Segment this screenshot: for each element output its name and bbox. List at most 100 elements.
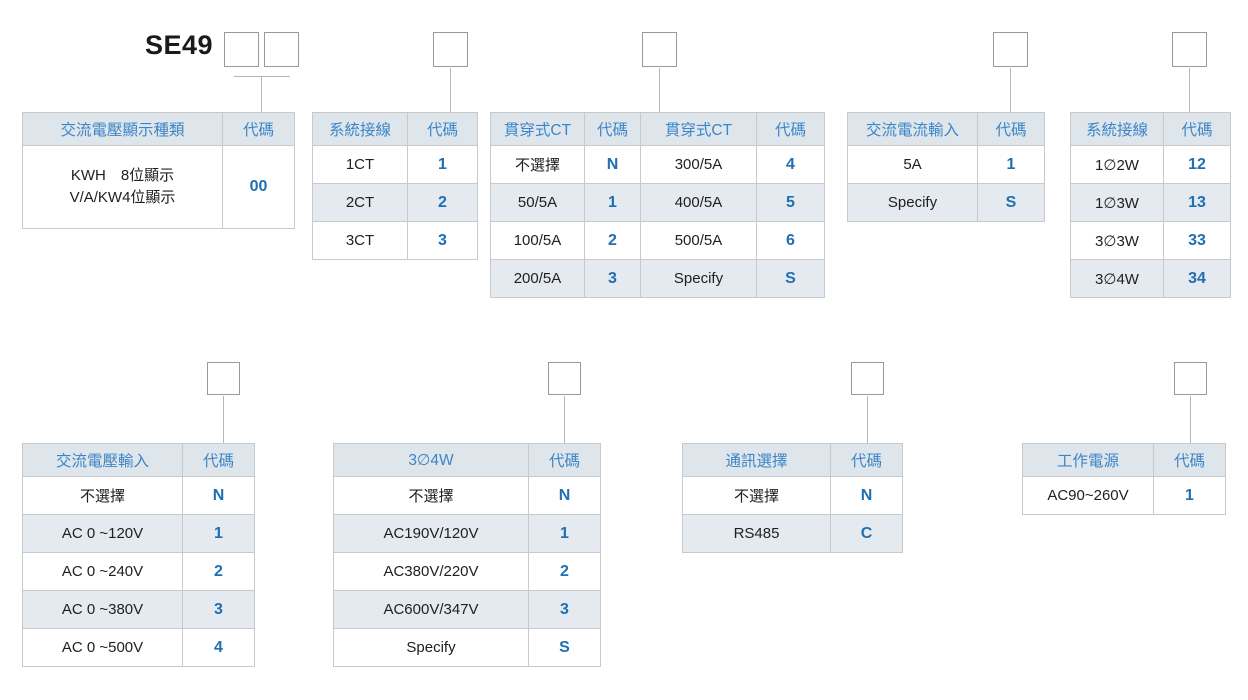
table-row: 不選擇 N bbox=[333, 476, 601, 515]
table-row: AC600V/347V 3 bbox=[333, 590, 601, 629]
connector-system-wiring-ct bbox=[450, 68, 451, 112]
table-system-wiring-ct: 系統接線 代碼 1CT 1 2CT 2 3CT 3 bbox=[312, 112, 478, 260]
code-box-display-type-2[interactable] bbox=[264, 32, 299, 67]
table-row: 1∅2W 12 bbox=[1070, 145, 1231, 184]
option-code: 2 bbox=[182, 552, 255, 591]
column-header: 代碼 bbox=[182, 443, 255, 477]
option-code: 12 bbox=[1163, 145, 1231, 184]
table-row: Specify S bbox=[847, 183, 1045, 222]
option-label: 3CT bbox=[312, 221, 408, 260]
table-system-wiring-phase: 系統接線 代碼 1∅2W 12 1∅3W 13 3∅3W 33 3∅4W 34 bbox=[1070, 112, 1231, 298]
code-box-3p4w-voltage[interactable] bbox=[548, 362, 581, 395]
table-row: 5A 1 bbox=[847, 145, 1045, 184]
table-row: 3∅3W 33 bbox=[1070, 221, 1231, 260]
option-code: 13 bbox=[1163, 183, 1231, 222]
option-code: S bbox=[756, 259, 825, 298]
code-box-ac-current-input[interactable] bbox=[993, 32, 1028, 67]
table-communication-option: 通訊選擇 代碼 不選擇 N RS485 C bbox=[682, 443, 903, 553]
option-label: 不選擇 bbox=[333, 476, 529, 515]
column-header: 貫穿式CT bbox=[640, 112, 757, 146]
table-ac-voltage-display-type: 交流電壓顯示種類 代碼 KWH 8位顯示 V/A/KW4位顯示 00 bbox=[22, 112, 295, 229]
column-header: 系統接線 bbox=[312, 112, 408, 146]
option-label-line: KWH 8位顯示 bbox=[70, 167, 175, 185]
option-code: S bbox=[528, 628, 601, 667]
column-header: 代碼 bbox=[407, 112, 478, 146]
option-label: 5A bbox=[847, 145, 978, 184]
column-header: 代碼 bbox=[756, 112, 825, 146]
table-row: 3CT 3 bbox=[312, 221, 478, 260]
code-box-through-ct[interactable] bbox=[642, 32, 677, 67]
option-label: 不選擇 bbox=[22, 476, 183, 515]
option-label: RS485 bbox=[682, 514, 831, 553]
connector-bracket-display-type bbox=[234, 76, 290, 77]
connector-system-wiring-phase bbox=[1189, 68, 1190, 112]
column-header: 工作電源 bbox=[1022, 443, 1154, 477]
option-label: 1∅3W bbox=[1070, 183, 1164, 222]
option-code: S bbox=[977, 183, 1045, 222]
column-header: 代碼 bbox=[830, 443, 903, 477]
table-row: 100/5A 2 500/5A 6 bbox=[490, 221, 825, 260]
table-ac-current-input: 交流電流輸入 代碼 5A 1 Specify S bbox=[847, 112, 1045, 222]
table-row: 2CT 2 bbox=[312, 183, 478, 222]
option-label: 400/5A bbox=[640, 183, 757, 222]
option-label-line: V/A/KW4位顯示 bbox=[69, 189, 176, 206]
option-label: KWH 8位顯示 V/A/KW4位顯示 bbox=[22, 145, 223, 229]
code-box-ac-voltage-input[interactable] bbox=[207, 362, 240, 395]
table-header-row: 系統接線 代碼 bbox=[312, 112, 478, 146]
code-box-communication[interactable] bbox=[851, 362, 884, 395]
option-label: 1CT bbox=[312, 145, 408, 184]
connector-ac-current-input bbox=[1010, 68, 1011, 112]
option-code: 1 bbox=[182, 514, 255, 553]
option-code: 1 bbox=[528, 514, 601, 553]
column-header: 代碼 bbox=[528, 443, 601, 477]
option-code: 33 bbox=[1163, 221, 1231, 260]
option-label: AC380V/220V bbox=[333, 552, 529, 591]
table-row: AC 0 ~120V 1 bbox=[22, 514, 255, 553]
code-box-system-wiring-ct[interactable] bbox=[433, 32, 468, 67]
table-header-row: 工作電源 代碼 bbox=[1022, 443, 1226, 477]
connector-ac-voltage-input bbox=[223, 396, 224, 443]
table-row: RS485 C bbox=[682, 514, 903, 553]
option-label: 300/5A bbox=[640, 145, 757, 184]
option-label: AC600V/347V bbox=[333, 590, 529, 629]
option-label: 200/5A bbox=[490, 259, 585, 298]
table-header-row: 貫穿式CT 代碼 貫穿式CT 代碼 bbox=[490, 112, 825, 146]
table-row: 3∅4W 34 bbox=[1070, 259, 1231, 298]
option-code: 2 bbox=[407, 183, 478, 222]
option-label: AC 0 ~120V bbox=[22, 514, 183, 553]
table-header-row: 交流電流輸入 代碼 bbox=[847, 112, 1045, 146]
connector-3p4w-voltage bbox=[564, 396, 565, 443]
table-header-row: 交流電壓輸入 代碼 bbox=[22, 443, 255, 477]
option-label: 2CT bbox=[312, 183, 408, 222]
option-code: C bbox=[830, 514, 903, 553]
table-row: AC 0 ~380V 3 bbox=[22, 590, 255, 629]
option-label: AC 0 ~240V bbox=[22, 552, 183, 591]
table-through-type-ct: 貫穿式CT 代碼 貫穿式CT 代碼 不選擇 N 300/5A 4 50/5A 1 400/5A 5 10… bbox=[490, 112, 825, 298]
table-row: AC 0 ~240V 2 bbox=[22, 552, 255, 591]
table-row: 不選擇 N 300/5A 4 bbox=[490, 145, 825, 184]
option-code: 3 bbox=[182, 590, 255, 629]
table-working-power-supply: 工作電源 代碼 AC90~260V 1 bbox=[1022, 443, 1226, 515]
column-header: 代碼 bbox=[1163, 112, 1231, 146]
table-row: AC90~260V 1 bbox=[1022, 476, 1226, 515]
option-code: 1 bbox=[407, 145, 478, 184]
option-code: N bbox=[830, 476, 903, 515]
table-row: AC380V/220V 2 bbox=[333, 552, 601, 591]
option-code: 4 bbox=[182, 628, 255, 667]
option-code: N bbox=[182, 476, 255, 515]
option-label: 3∅4W bbox=[1070, 259, 1164, 298]
code-box-display-type-1[interactable] bbox=[224, 32, 259, 67]
connector-communication bbox=[867, 396, 868, 443]
table-header-row: 交流電壓顯示種類 代碼 bbox=[22, 112, 295, 146]
code-box-power-supply[interactable] bbox=[1174, 362, 1207, 395]
option-label: AC90~260V bbox=[1022, 476, 1154, 515]
option-code: 6 bbox=[756, 221, 825, 260]
option-label: 100/5A bbox=[490, 221, 585, 260]
column-header: 交流電壓輸入 bbox=[22, 443, 183, 477]
option-code: 3 bbox=[528, 590, 601, 629]
table-row: 不選擇 N bbox=[22, 476, 255, 515]
code-box-system-wiring-phase[interactable] bbox=[1172, 32, 1207, 67]
column-header: 3∅4W bbox=[333, 443, 529, 477]
column-header: 交流電流輸入 bbox=[847, 112, 978, 146]
option-code: 00 bbox=[222, 145, 295, 229]
